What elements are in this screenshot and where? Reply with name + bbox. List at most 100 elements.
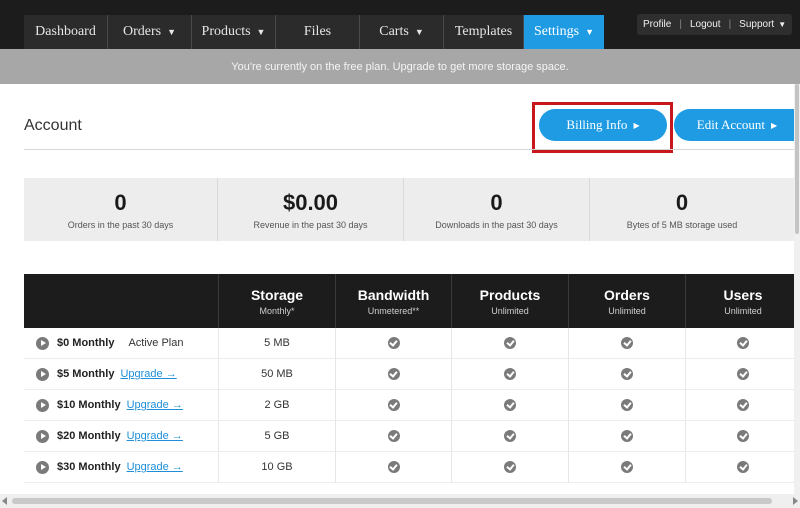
bandwidth-cell [335,421,451,451]
check-icon [387,461,400,473]
plan-cell: $0 Monthly Active Plan [24,328,218,358]
column-subtitle: Unlimited [724,305,762,316]
plan-cell: $30 Monthly Upgrade → [24,452,218,482]
page-title: Account [24,117,82,134]
users-cell [685,359,800,389]
nav-settings[interactable]: Settings ▼ [524,15,604,49]
column-title: Products [479,286,541,303]
check-icon [504,337,516,349]
column-subtitle: Unmetered** [367,305,420,316]
caret-down-icon: ▼ [414,27,424,37]
column-header-orders: Orders Unlimited [568,274,685,328]
horizontal-scrollbar[interactable] [0,494,800,508]
upgrade-link[interactable]: Upgrade → [120,368,176,380]
check-icon [621,368,633,380]
utility-menu: Profile | Logout | Support ▼ [637,14,793,35]
play-icon[interactable] [36,460,49,474]
plan-name: $10 Monthly [57,399,121,411]
table-row: $5 Monthly Upgrade → 50 MB [24,359,800,390]
column-header-users: Users Unlimited [685,274,800,328]
nav-settings-label: Settings [533,24,580,39]
stat-storage: 0 Bytes of 5 MB storage used [589,178,774,241]
stat-label: Revenue in the past 30 days [253,219,368,230]
table-row: $0 Monthly Active Plan 5 MB [24,328,800,359]
plan-status: Active Plan [128,337,184,349]
users-cell [685,452,800,482]
edit-account-label: Edit Account [696,117,766,132]
check-icon [387,368,400,380]
stat-label: Downloads in the past 30 days [435,219,558,230]
caret-down-icon: ▼ [778,20,787,29]
orders-cell [568,421,685,451]
check-icon [387,430,400,442]
products-cell [451,452,568,482]
column-title: Users [723,286,763,303]
play-icon[interactable] [36,398,49,412]
scroll-right-icon[interactable] [793,497,798,505]
plan-name: $30 Monthly [57,461,121,473]
profile-link[interactable]: Profile [643,19,671,30]
scrollbar-thumb[interactable] [12,498,772,504]
products-cell [451,421,568,451]
column-subtitle: Unlimited [491,305,529,316]
plan-banner: You're currently on the free plan. Upgra… [0,49,800,84]
scroll-left-icon[interactable] [2,497,7,505]
users-cell [685,390,800,420]
main-nav: Dashboard Orders ▼ Products ▼ Files Carts ▼… [24,15,604,49]
nav-carts-label: Carts [379,24,409,39]
logout-link[interactable]: Logout [690,19,721,30]
nav-dashboard[interactable]: Dashboard [24,15,108,49]
support-link[interactable]: Support ▼ [739,19,786,30]
support-label: Support [739,19,775,30]
top-navigation-bar: Dashboard Orders ▼ Products ▼ Files Carts ▼… [0,0,800,49]
nav-templates-label: Templates [454,24,513,39]
column-header-storage: Storage Monthly* [218,274,335,328]
nav-orders[interactable]: Orders ▼ [108,15,192,49]
storage-cell: 5 GB [218,421,335,451]
nav-dashboard-label: Dashboard [35,24,96,39]
upgrade-link[interactable]: Upgrade → [127,461,183,473]
nav-files[interactable]: Files [276,15,360,49]
stats-panel: 0 Orders in the past 30 days $0.00 Reven… [24,178,800,241]
upgrade-link[interactable]: Upgrade → [127,399,183,411]
check-icon [621,430,633,442]
plan-banner-text: You're currently on the free plan. Upgra… [231,60,569,73]
check-icon [737,430,749,442]
column-title: Storage [250,286,304,303]
plan-cell: $10 Monthly Upgrade → [24,390,218,420]
divider [24,149,800,150]
products-cell [451,390,568,420]
check-icon [621,461,633,473]
play-icon[interactable] [36,336,49,350]
storage-cell: 50 MB [218,359,335,389]
column-subtitle: Unlimited [608,305,646,316]
bandwidth-cell [335,390,451,420]
nav-products[interactable]: Products ▼ [192,15,276,49]
plans-table: Storage Monthly* Bandwidth Unmetered** P… [24,274,800,483]
plans-table-header: Storage Monthly* Bandwidth Unmetered** P… [24,274,800,328]
play-icon[interactable] [36,429,49,443]
stat-value: $0.00 [282,189,339,215]
plan-name: $0 Monthly [57,337,115,349]
column-title: Bandwidth [357,286,430,303]
check-icon [737,461,749,473]
storage-cell: 2 GB [218,390,335,420]
stat-orders: 0 Orders in the past 30 days [24,178,217,241]
bandwidth-cell [335,359,451,389]
edit-account-button[interactable]: Edit Account ▶ [674,109,800,141]
plan-cell: $5 Monthly Upgrade → [24,359,218,389]
check-icon [504,461,516,473]
stat-downloads: 0 Downloads in the past 30 days [403,178,589,241]
nav-templates[interactable]: Templates [444,15,524,49]
nav-files-label: Files [303,24,332,39]
table-row: $30 Monthly Upgrade → 10 GB [24,452,800,483]
caret-down-icon: ▼ [585,27,595,37]
users-cell [685,421,800,451]
play-icon[interactable] [36,367,49,381]
check-icon [504,430,516,442]
upgrade-link[interactable]: Upgrade → [127,430,183,442]
scrollbar-thumb[interactable] [795,84,799,234]
storage-cell: 5 MB [218,328,335,358]
nav-carts[interactable]: Carts ▼ [360,15,444,49]
vertical-scrollbar[interactable] [794,84,800,494]
